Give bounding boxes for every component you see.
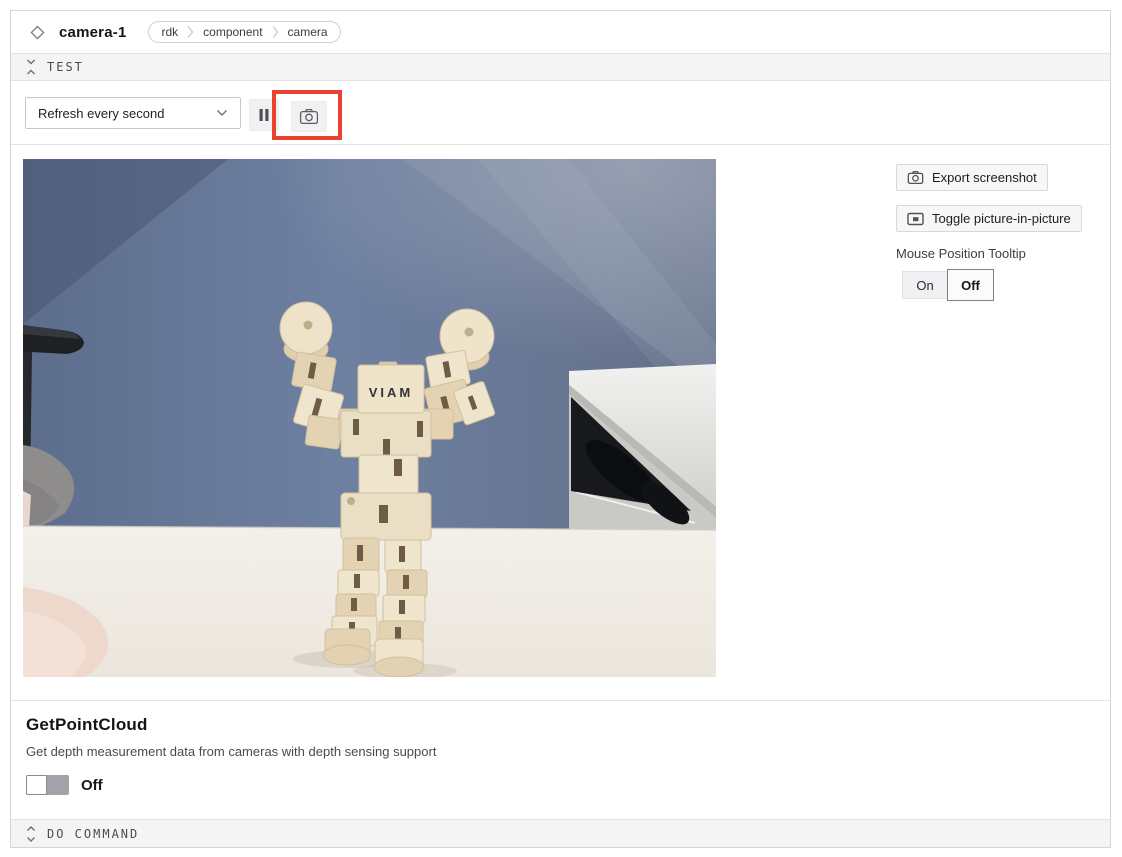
breadcrumb-rdk: rdk — [161, 25, 178, 39]
camera-test-content: VIAM — [11, 145, 1110, 700]
breadcrumb-component: component — [203, 25, 262, 39]
do-command-section-header[interactable]: DO COMMAND — [11, 819, 1110, 847]
get-point-cloud-title: GetPointCloud — [26, 715, 1110, 735]
point-cloud-toggle-switch[interactable] — [26, 775, 69, 795]
collapse-vertical-icon — [26, 59, 36, 75]
mouse-position-tooltip-label: Mouse Position Tooltip — [896, 246, 1096, 261]
chevron-down-icon — [216, 109, 228, 117]
do-command-section-label: DO COMMAND — [47, 827, 139, 841]
toggle-pip-button[interactable]: Toggle picture-in-picture — [896, 205, 1082, 232]
tooltip-on-button[interactable]: On — [902, 271, 948, 299]
toggle-knob — [26, 775, 47, 795]
export-screenshot-button[interactable]: Export screenshot — [896, 164, 1048, 191]
white-cabinet — [569, 364, 716, 531]
tooltip-off-button[interactable]: Off — [947, 269, 994, 301]
refresh-rate-select[interactable]: Refresh every second — [25, 97, 241, 129]
breadcrumb: rdk component camera — [148, 21, 340, 43]
get-point-cloud-section: GetPointCloud Get depth measurement data… — [11, 700, 1110, 819]
component-title: camera-1 — [59, 24, 126, 41]
screenshot-button[interactable] — [291, 101, 327, 132]
export-screenshot-label: Export screenshot — [932, 170, 1037, 185]
camera-live-feed: VIAM — [23, 159, 716, 677]
component-header: camera-1 rdk component camera — [11, 11, 1110, 53]
camera-icon — [907, 170, 924, 185]
mouse-tooltip-toggle-group: On Off — [902, 269, 1096, 301]
test-section-label: TEST — [47, 60, 84, 74]
chevron-right-icon — [187, 25, 194, 39]
camera-icon — [299, 108, 319, 125]
point-cloud-toggle-state: Off — [81, 777, 103, 794]
picture-in-picture-icon — [907, 212, 924, 226]
camera-component-panel: camera-1 rdk component camera TEST Refre… — [10, 10, 1111, 848]
diamond-icon — [30, 25, 45, 40]
viewer-controls: Export screenshot Toggle picture-in-pict… — [896, 164, 1096, 301]
chevron-right-icon — [272, 25, 279, 39]
stream-toolbar: Refresh every second — [11, 81, 1110, 145]
test-section-header[interactable]: TEST — [11, 53, 1110, 81]
get-point-cloud-description: Get depth measurement data from cameras … — [26, 744, 1110, 759]
pause-stream-button[interactable] — [249, 99, 279, 131]
pause-icon — [258, 108, 270, 122]
breadcrumb-camera: camera — [288, 25, 328, 39]
refresh-rate-value: Refresh every second — [38, 106, 164, 121]
toggle-pip-label: Toggle picture-in-picture — [932, 211, 1071, 226]
robot-logo-text: VIAM — [369, 385, 414, 400]
expand-vertical-icon — [26, 826, 36, 842]
